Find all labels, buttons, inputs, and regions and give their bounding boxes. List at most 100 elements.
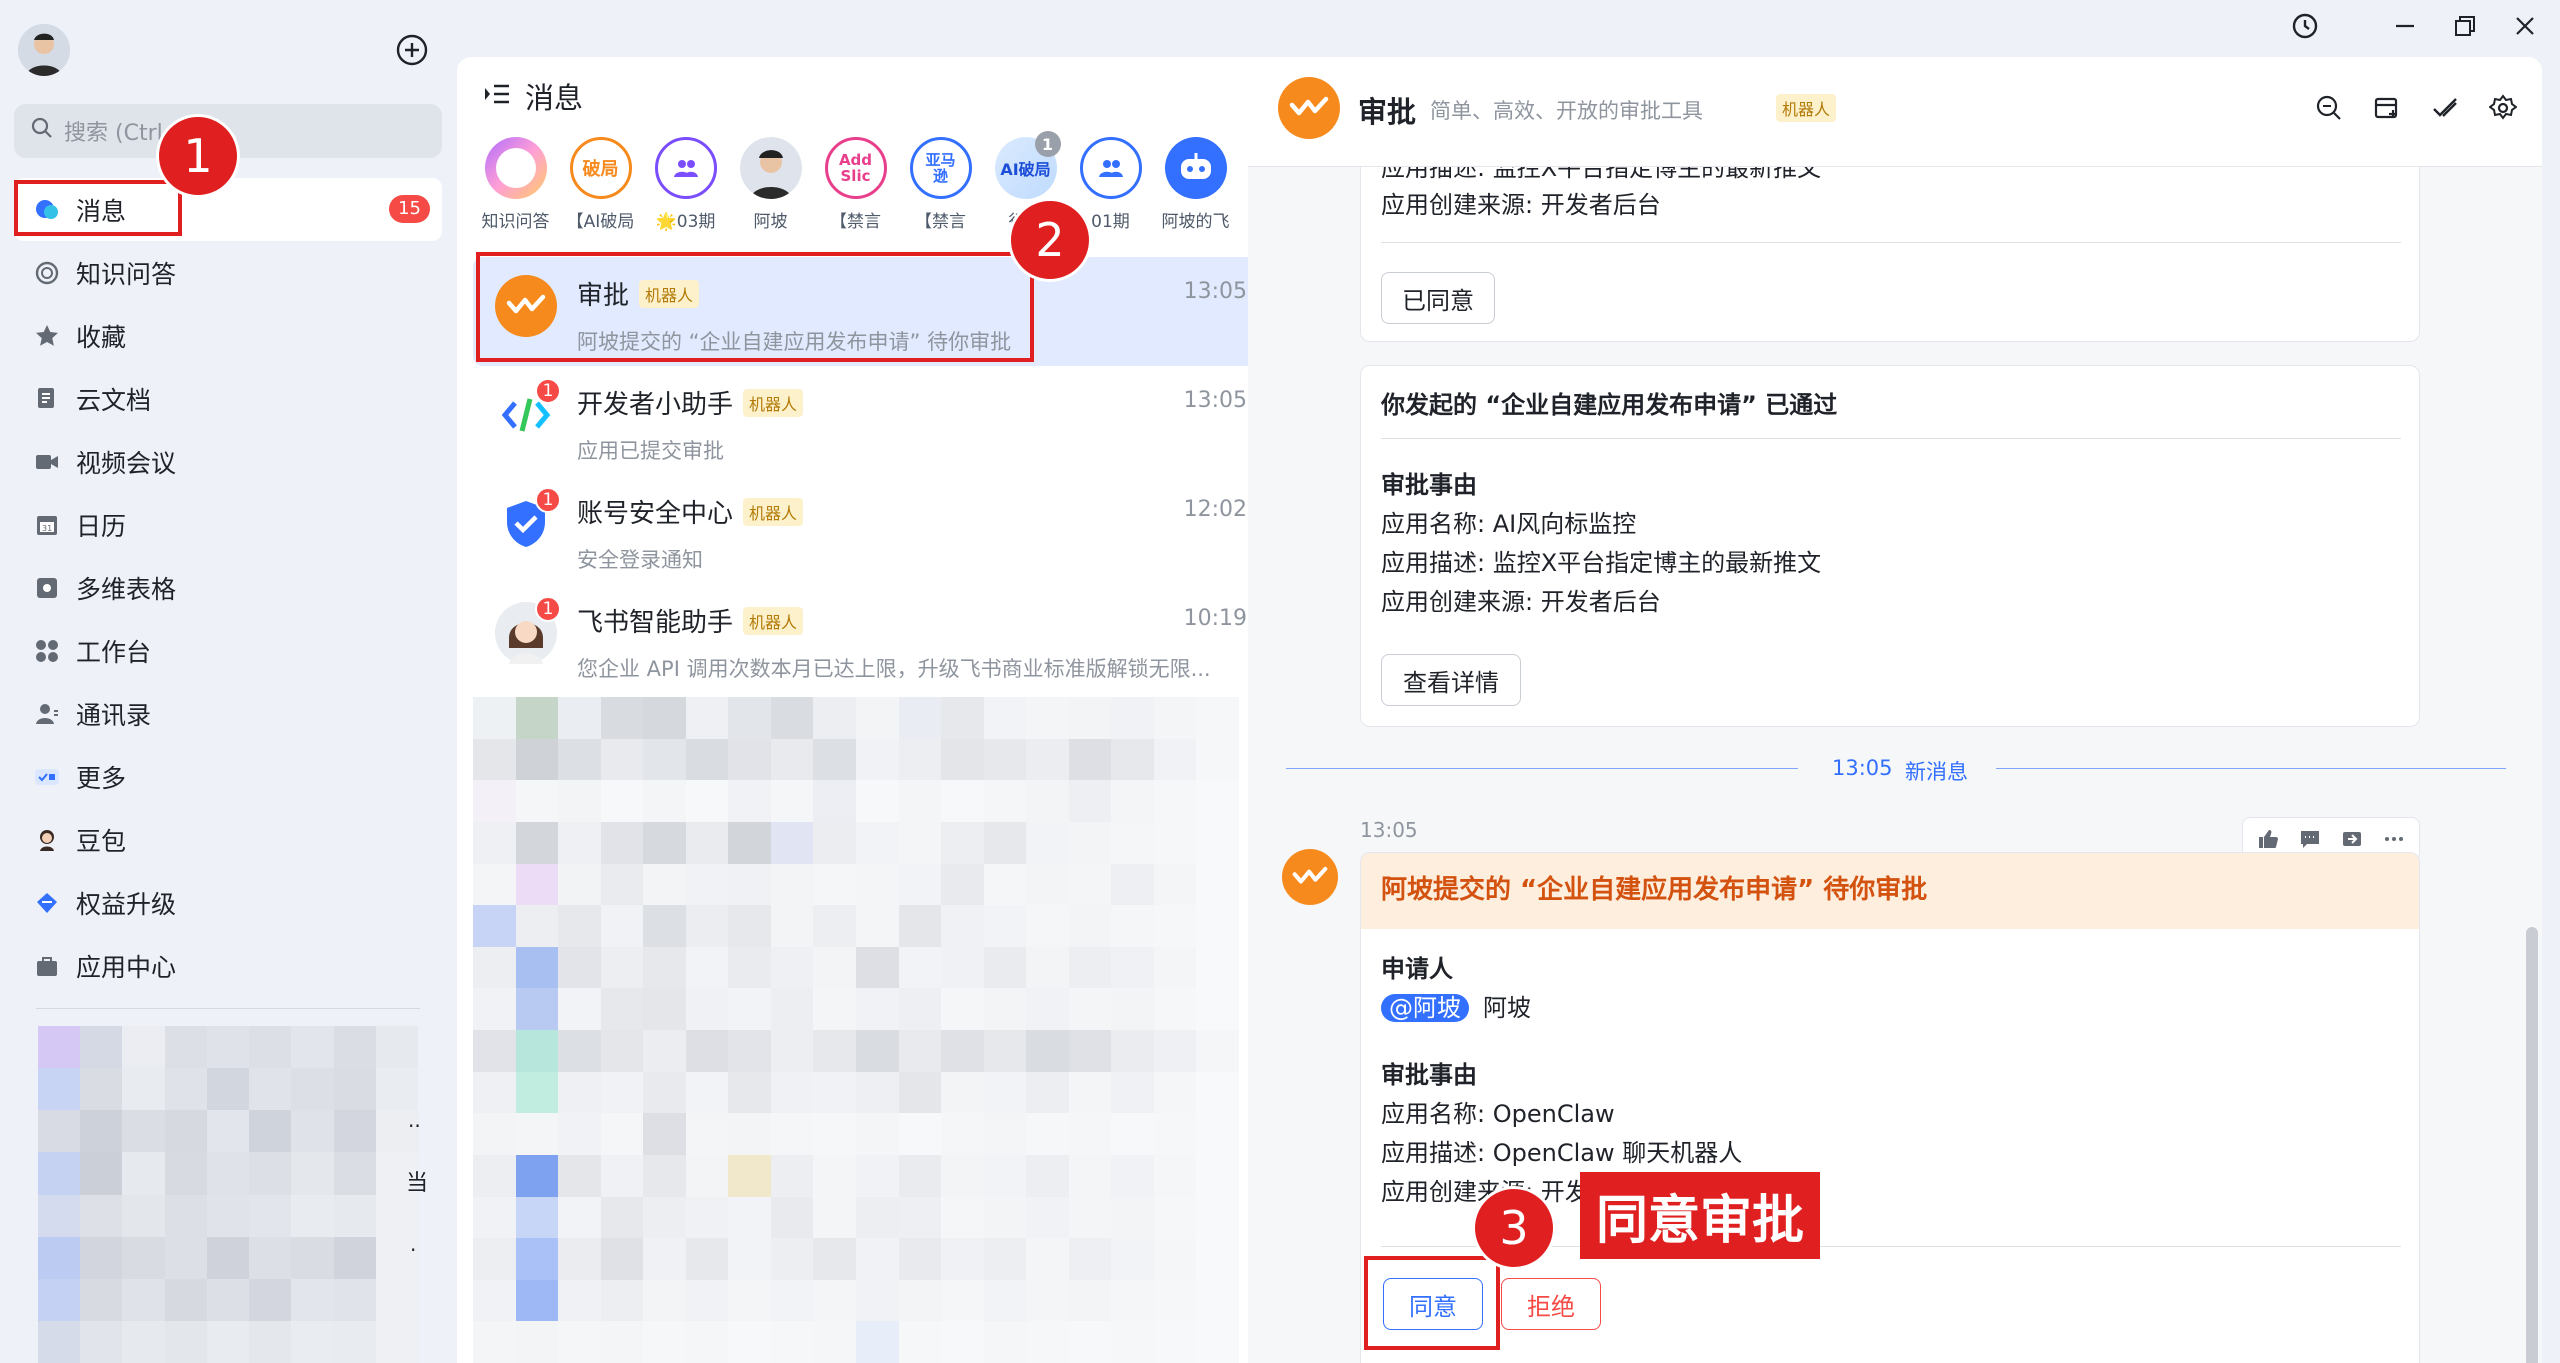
forward-icon[interactable] xyxy=(2337,824,2367,854)
minimize-icon[interactable] xyxy=(2390,11,2420,41)
sidebar-item-upgrade[interactable]: 权益升级 xyxy=(14,871,442,934)
pinned-item[interactable]: 阿坡的飞 xyxy=(1153,137,1238,232)
pinned-item[interactable]: 知识问答 xyxy=(473,137,558,232)
chat-name: 开发者小助手 xyxy=(577,390,734,420)
add-tab-icon[interactable] xyxy=(2372,93,2402,123)
search-icon xyxy=(30,116,54,146)
pinned-label: 阿坡 xyxy=(753,212,788,232)
approved-button[interactable]: 已同意 xyxy=(1381,272,1495,324)
chat-preview: 安全登录通知 xyxy=(577,548,703,572)
sidebar-item-doubao[interactable]: 豆包 xyxy=(14,808,442,871)
more-options-icon[interactable] xyxy=(2379,824,2409,854)
calendar-icon: 31 xyxy=(34,512,60,538)
sidebar-item-label: 应用中心 xyxy=(76,952,177,982)
card-title: 你发起的 “企业自建应用发布申请” 已通过 xyxy=(1381,391,1838,419)
blurred-tail-text: 当 xyxy=(406,1171,429,1196)
group-avatar-icon: Add Slic xyxy=(824,137,887,199)
card-line: 应用名称: AI风向标监控 xyxy=(1381,510,1637,538)
page-title: 消息 xyxy=(525,81,584,115)
chat-detail-panel: 审批 简单、高效、开放的审批工具 机器人 应用描述: 监控X平台指定博主的最新推… xyxy=(1248,57,2542,1363)
add-icon[interactable] xyxy=(394,32,430,68)
pinned-item[interactable]: Add Slic 【禁言 xyxy=(813,137,898,232)
pinned-chats: 知识问答 破局 【AI破局 🌟03期 阿坡 Add Slic 【禁言 亚马逊 【… xyxy=(473,131,1238,232)
svg-text:31: 31 xyxy=(42,524,52,533)
mention-tag[interactable]: @阿坡 xyxy=(1381,994,1469,1022)
knowledge-icon xyxy=(34,260,60,286)
pinned-item[interactable]: 阿坡 xyxy=(728,137,813,232)
sidebar-item-knowledge[interactable]: 知识问答 xyxy=(14,241,442,304)
sidebar-item-label: 权益升级 xyxy=(76,889,177,919)
group-icon xyxy=(1079,137,1142,199)
sidebar-item-calendar[interactable]: 31 日历 xyxy=(14,493,442,556)
sidebar-item-workbench[interactable]: 工作台 xyxy=(14,619,442,682)
chat-time: 10:19 xyxy=(1183,606,1247,631)
pinned-item[interactable]: 破局 【AI破局 xyxy=(558,137,643,232)
window-controls xyxy=(2290,6,2540,46)
bot-tag: 机器人 xyxy=(743,497,804,526)
chat-item-feishu-assistant[interactable]: 1 飞书智能助手 机器人 您企业 API 调用次数本月已达上限，升级飞书商业标准… xyxy=(473,584,1261,693)
annotation-box-2 xyxy=(476,252,1034,362)
chat-time: 13:05 xyxy=(1183,279,1247,304)
card-divider xyxy=(1381,242,2401,243)
card-line: 应用创建来源: 开发者后台 xyxy=(1381,588,1661,616)
bot-tag: 机器人 xyxy=(743,388,804,417)
sidebar-item-video[interactable]: 视频会议 xyxy=(14,430,442,493)
restore-icon[interactable] xyxy=(2450,11,2480,41)
sidebar-item-bitable[interactable]: 多维表格 xyxy=(14,556,442,619)
check-list-icon[interactable] xyxy=(2430,93,2460,123)
star-icon xyxy=(34,323,60,349)
unread-badge: 15 xyxy=(389,195,430,223)
pinned-label: 阿坡的飞 xyxy=(1161,212,1230,232)
view-details-button[interactable]: 查看详情 xyxy=(1381,654,1521,706)
assistant-avatar: 1 xyxy=(495,596,561,664)
chat-time: 12:02 xyxy=(1183,497,1247,522)
pinned-label: 【禁言 xyxy=(915,212,966,232)
sidebar-item-docs[interactable]: 云文档 xyxy=(14,367,442,430)
developer-assistant-icon: 1 xyxy=(495,378,561,446)
reply-icon[interactable] xyxy=(2295,824,2325,854)
sidebar-item-app-center[interactable]: 应用中心 xyxy=(14,934,442,997)
bot-icon xyxy=(1164,137,1227,199)
sidebar-item-label: 日历 xyxy=(76,511,127,541)
card-title: 阿坡提交的 “企业自建应用发布申请” 待你审批 xyxy=(1381,875,1928,905)
more-icon xyxy=(34,764,60,790)
pin-glyph: 亚马逊 xyxy=(925,151,956,185)
annotation-box-1 xyxy=(14,180,182,236)
pinned-item[interactable]: 🌟03期 xyxy=(643,137,728,232)
chat-preview: 应用已提交审批 xyxy=(577,439,724,463)
pinned-label: 【AI破局 xyxy=(566,212,635,232)
chat-name: 账号安全中心 xyxy=(577,499,734,529)
reject-button[interactable]: 拒绝 xyxy=(1501,1278,1601,1330)
sidebar-item-favorites[interactable]: 收藏 xyxy=(14,304,442,367)
approval-result-card: 你发起的 “企业自建应用发布申请” 已通过 审批事由 应用名称: AI风向标监控… xyxy=(1360,365,2420,727)
message-time: 13:05 xyxy=(1360,818,1418,842)
pinned-label: 01期 xyxy=(1091,212,1130,232)
scrollbar[interactable] xyxy=(2526,927,2538,1363)
sidebar-item-contacts[interactable]: 通讯录 xyxy=(14,682,442,745)
chat-item-developer-assistant[interactable]: 1 开发者小助手 机器人 应用已提交审批 13:05 xyxy=(473,366,1261,475)
sidebar-item-label: 云文档 xyxy=(76,385,152,415)
sidebar-item-label: 知识问答 xyxy=(76,259,177,289)
card-section-title: 申请人 xyxy=(1381,955,1453,983)
chat-item-account-security[interactable]: 1 账号安全中心 机器人 安全登录通知 12:02 xyxy=(473,475,1261,584)
separator-time: 13:05 xyxy=(1832,756,1893,780)
chat-subtitle: 简单、高效、开放的审批工具 xyxy=(1430,99,1703,123)
sidebar-item-label: 视频会议 xyxy=(76,448,177,478)
collapse-list-icon[interactable] xyxy=(483,79,511,113)
contacts-icon xyxy=(34,701,60,727)
user-avatar[interactable] xyxy=(18,24,70,76)
card-line: 应用描述: OpenClaw 聊天机器人 xyxy=(1381,1139,1743,1167)
close-icon[interactable] xyxy=(2510,11,2540,41)
sidebar-item-more[interactable]: 更多 xyxy=(14,745,442,808)
app-center-icon xyxy=(34,953,60,979)
pinned-item[interactable]: 亚马逊 【禁言 xyxy=(898,137,983,232)
blurred-chat-list xyxy=(473,697,1239,1363)
search-icon[interactable] xyxy=(2314,93,2344,123)
sidebar-item-label: 通讯录 xyxy=(76,700,152,730)
thumbs-up-icon[interactable] xyxy=(2253,824,2283,854)
workbench-icon xyxy=(34,638,60,664)
settings-icon[interactable] xyxy=(2488,93,2518,123)
blurred-tail-text: .. xyxy=(408,1108,421,1132)
avatar xyxy=(739,137,802,199)
history-icon[interactable] xyxy=(2290,11,2320,41)
